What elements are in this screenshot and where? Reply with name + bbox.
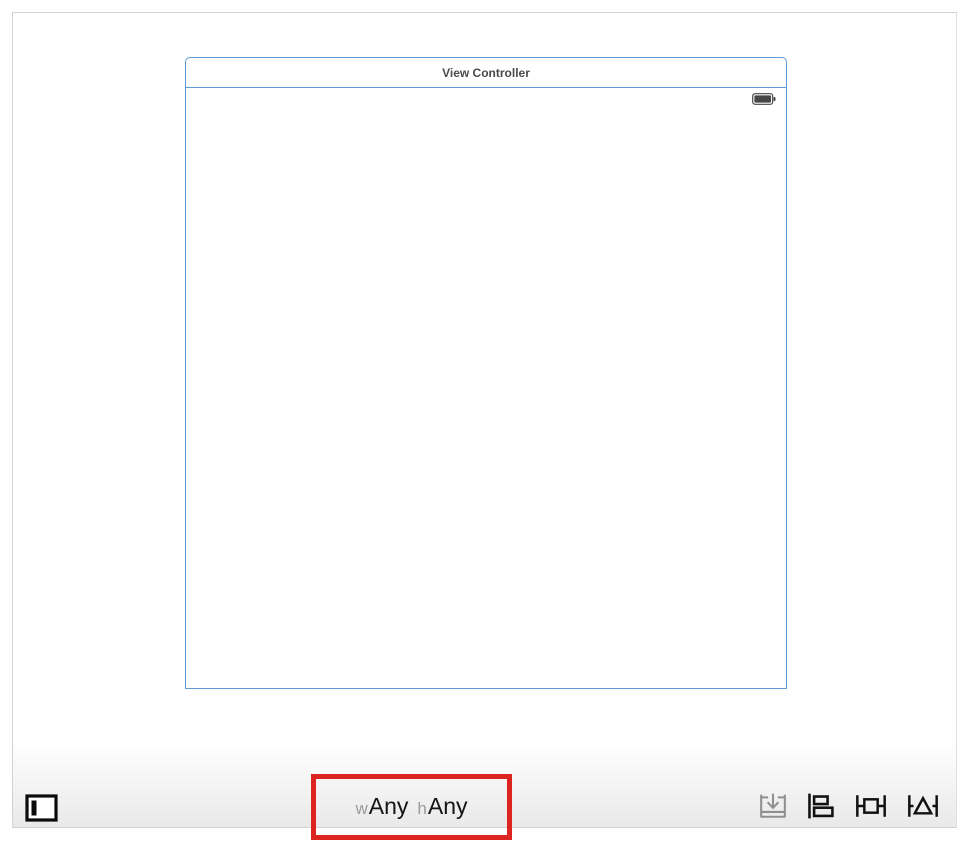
auto-layout-button-bar [758,792,940,820]
document-outline-toggle-icon [25,794,59,823]
view-controller-title: View Controller [442,66,530,80]
pin-icon [854,792,888,820]
resolve-auto-layout-issues-icon [906,792,940,820]
view-controller-scene[interactable]: View Controller [185,57,787,689]
size-class-h-prefix: h [417,799,426,819]
battery-full-icon [752,93,776,105]
view-controller-header[interactable]: View Controller [186,58,786,88]
stack-icon [758,792,788,820]
align-icon [806,792,836,820]
size-class-w-value: Any [369,793,409,820]
view-controller-root-view[interactable] [186,88,786,688]
align-button[interactable] [806,792,836,820]
stack-button[interactable] [758,792,788,820]
size-class-control[interactable]: w Any h Any [355,793,467,822]
size-class-w-prefix: w [355,799,367,819]
size-class-h-value: Any [428,793,468,820]
interface-builder-canvas-page: View Controller w Any h Any [0,0,970,851]
document-outline-toggle-button[interactable] [25,794,59,823]
annotation-highlight-rectangle: w Any h Any [311,774,512,840]
pin-button[interactable] [854,792,888,820]
resolve-auto-layout-issues-button[interactable] [906,792,940,820]
